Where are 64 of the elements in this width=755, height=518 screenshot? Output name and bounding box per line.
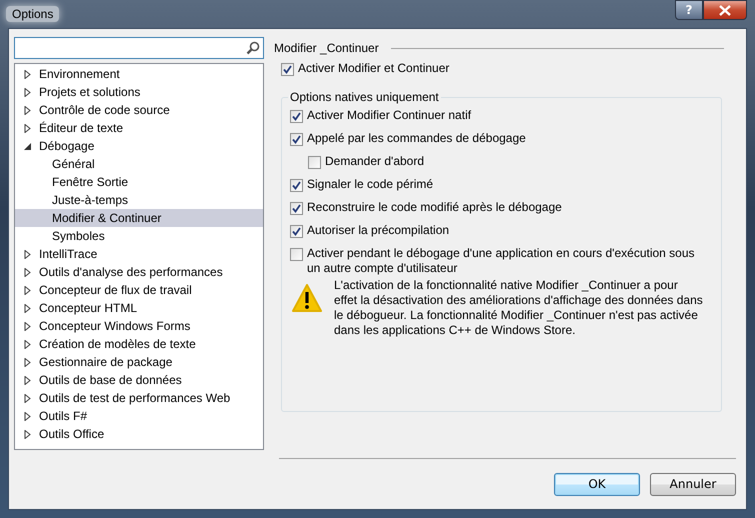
- expand-icon[interactable]: [24, 394, 31, 402]
- checkbox-option[interactable]: Reconstruire le code modifié après le débogage: [290, 200, 703, 223]
- collapse-icon[interactable]: [24, 142, 31, 150]
- window-title: Options: [6, 6, 60, 22]
- tree-item[interactable]: IntelliTrace: [15, 245, 263, 263]
- checkbox-option[interactable]: Signaler le code périmé: [290, 177, 703, 200]
- checkbox[interactable]: [290, 202, 303, 215]
- warning-text: L'activation de la fonctionnalité native Modifier _Continuer a pour effet la désactivation des améliorations d'affichage des données dans le débogueur. La fonctionnalité Modifier _Continuer n'est pas activée dans les applications C++ de Windows Store.: [334, 278, 703, 338]
- tree-item[interactable]: Outils d'analyse des performances: [15, 263, 263, 281]
- expand-icon[interactable]: [24, 322, 31, 330]
- expand-icon[interactable]: [24, 304, 31, 312]
- expand-icon[interactable]: [24, 358, 31, 366]
- checkbox-option[interactable]: Autoriser la précompilation: [290, 223, 703, 246]
- expand-icon[interactable]: [24, 124, 31, 132]
- checkbox-option[interactable]: Appelé par les commandes de débogage: [290, 131, 703, 154]
- tree-item[interactable]: Environnement: [15, 65, 263, 83]
- checkbox[interactable]: [290, 248, 303, 261]
- ok-button[interactable]: OK: [554, 472, 640, 496]
- group-title: Options natives uniquement: [289, 90, 440, 104]
- expand-icon[interactable]: [24, 250, 31, 258]
- expand-icon[interactable]: [24, 430, 31, 438]
- checkbox-option[interactable]: Activer Modifier et Continuer: [281, 61, 734, 84]
- cancel-button[interactable]: Annuler: [650, 472, 736, 496]
- tree-item[interactable]: Modifier & Continuer: [15, 209, 263, 227]
- expand-icon[interactable]: [24, 340, 31, 348]
- tree-item[interactable]: Fenêtre Sortie: [15, 173, 263, 191]
- tree-item[interactable]: Juste-à-temps: [15, 191, 263, 209]
- tree-item[interactable]: Débogage: [15, 137, 263, 155]
- tree-item[interactable]: Création de modèles de texte: [15, 335, 263, 353]
- checkbox[interactable]: [290, 179, 303, 192]
- tree-item[interactable]: Général: [15, 155, 263, 173]
- checkbox[interactable]: [290, 133, 303, 146]
- expand-icon[interactable]: [24, 376, 31, 384]
- checkbox[interactable]: [290, 110, 303, 123]
- close-button[interactable]: [703, 0, 747, 20]
- checkbox-option[interactable]: Activer Modifier Continuer natif: [290, 108, 703, 131]
- expand-icon[interactable]: [24, 286, 31, 294]
- tree-item[interactable]: Outils F#: [15, 407, 263, 425]
- tree-item[interactable]: Symboles: [15, 227, 263, 245]
- close-icon: [719, 4, 731, 16]
- tree-item[interactable]: Concepteur HTML: [15, 299, 263, 317]
- expand-icon[interactable]: [24, 88, 31, 96]
- expand-icon[interactable]: [24, 412, 31, 420]
- tree-item[interactable]: Éditeur de texte: [15, 119, 263, 137]
- warning-icon: [292, 284, 322, 312]
- tree-item[interactable]: Gestionnaire de package: [15, 353, 263, 371]
- expand-icon[interactable]: [24, 70, 31, 78]
- checkbox[interactable]: [308, 156, 321, 169]
- search-icon: [246, 41, 260, 55]
- tree-item[interactable]: Contrôle de code source: [15, 101, 263, 119]
- search-field[interactable]: [14, 37, 264, 59]
- checkbox-option[interactable]: Demander d'abord: [308, 154, 703, 177]
- tree-item[interactable]: Outils de test de performances Web: [15, 389, 263, 407]
- expand-icon[interactable]: [24, 268, 31, 276]
- checkbox-option[interactable]: Activer pendant le débogage d'une application en cours d'exécution sous un autre compte d'utilisateur: [290, 246, 703, 276]
- tree-item[interactable]: Outils Office: [15, 425, 263, 443]
- expand-icon[interactable]: [24, 106, 31, 114]
- tree-item[interactable]: Outils de base de données: [15, 371, 263, 389]
- tree-item[interactable]: Projets et solutions: [15, 83, 263, 101]
- tree-item[interactable]: Concepteur Windows Forms: [15, 317, 263, 335]
- tree-item[interactable]: Concepteur de flux de travail: [15, 281, 263, 299]
- checkbox[interactable]: [290, 225, 303, 238]
- section-title: Modifier _Continuer: [274, 41, 379, 55]
- checkbox[interactable]: [281, 63, 294, 76]
